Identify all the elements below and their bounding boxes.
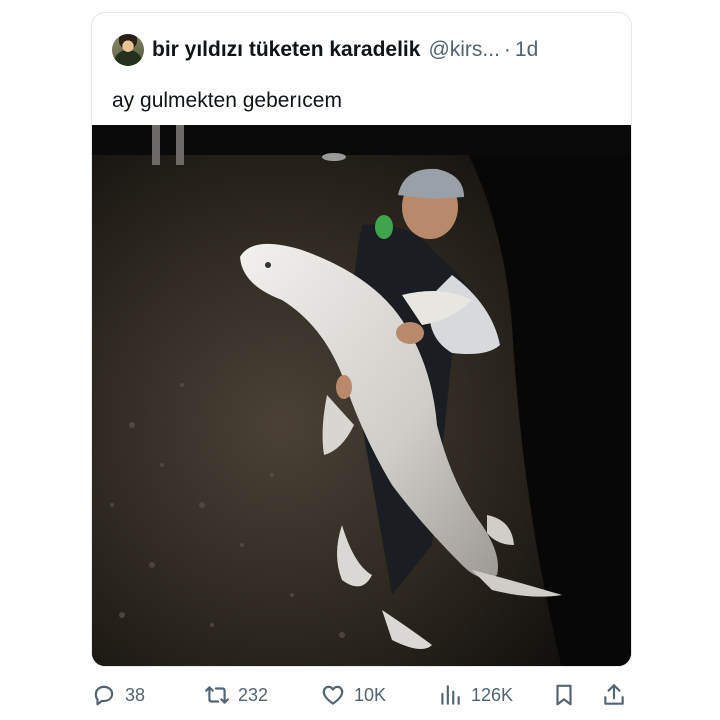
bookmark-icon bbox=[556, 684, 572, 706]
views-button[interactable]: 126K bbox=[437, 680, 513, 710]
tweet-text: ay gulmekten geberıcem bbox=[112, 89, 342, 112]
bookmark-button[interactable] bbox=[551, 680, 585, 710]
avatar[interactable] bbox=[112, 34, 144, 66]
reply-button[interactable]: 38 bbox=[91, 680, 145, 710]
tweet-timestamp[interactable]: 1d bbox=[515, 38, 538, 62]
retweet-icon bbox=[205, 686, 229, 704]
views-icon bbox=[441, 685, 460, 705]
tweet-action-bar: 38 232 10K 126K bbox=[91, 680, 632, 710]
like-button[interactable]: 10K bbox=[320, 680, 386, 710]
separator-dot: · bbox=[503, 38, 511, 61]
tweet-card[interactable]: bir yıldızı tüketen karadelik @kirs... ·… bbox=[91, 12, 632, 667]
reply-icon bbox=[94, 685, 114, 706]
like-count: 10K bbox=[354, 684, 387, 705]
share-button[interactable] bbox=[601, 680, 635, 710]
share-icon bbox=[604, 684, 624, 705]
like-icon bbox=[322, 685, 344, 705]
retweet-count: 232 bbox=[238, 684, 269, 705]
tweet-media-photo[interactable] bbox=[92, 125, 631, 666]
tweet-header: bir yıldızı tüketen karadelik @kirs... ·… bbox=[112, 33, 611, 67]
photo-man-holding-shark bbox=[92, 125, 631, 666]
retweet-button[interactable]: 232 bbox=[204, 680, 268, 710]
author-name[interactable]: bir yıldızı tüketen karadelik bbox=[152, 38, 420, 62]
views-count: 126K bbox=[471, 684, 514, 705]
reply-count: 38 bbox=[125, 684, 146, 705]
author-handle[interactable]: @kirs... bbox=[428, 38, 499, 62]
